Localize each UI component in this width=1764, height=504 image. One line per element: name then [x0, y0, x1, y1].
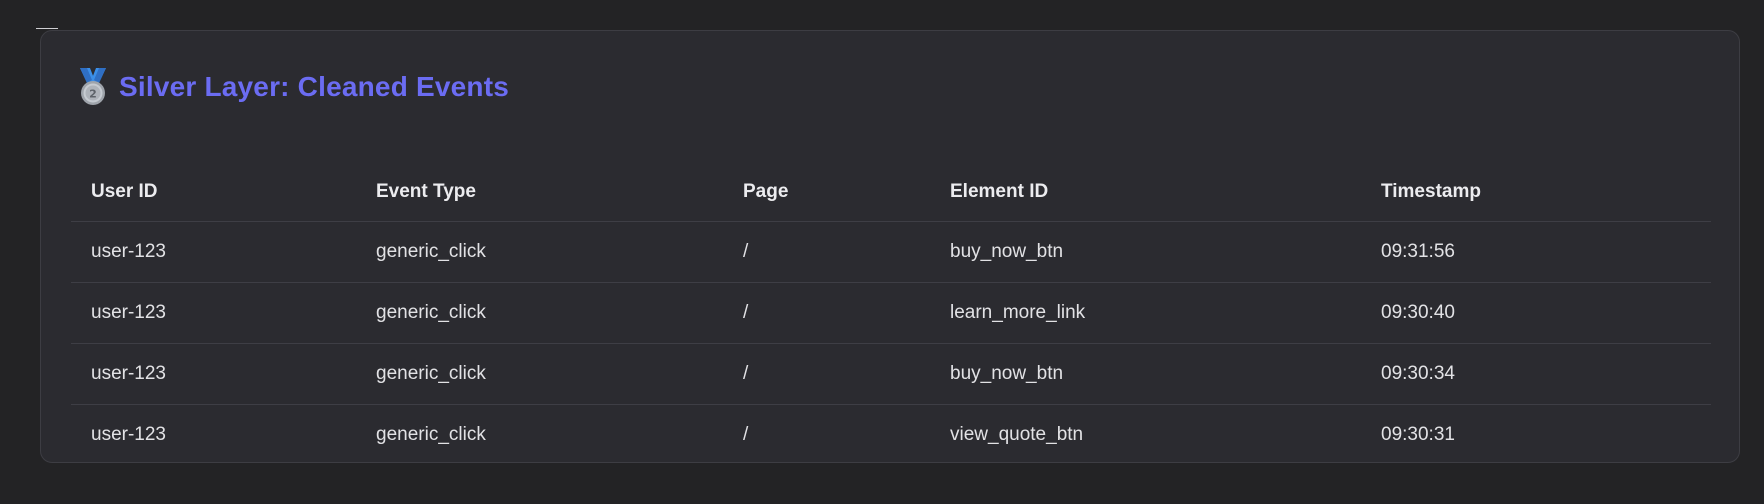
cell-event-type: generic_click [376, 424, 486, 445]
cell-element-id: buy_now_btn [950, 363, 1064, 384]
cell-user-id: user-123 [91, 302, 166, 323]
column-header-timestamp: Timestamp [1381, 180, 1481, 202]
column-header-user-id: User ID [91, 180, 158, 202]
column-header-element-id: Element ID [950, 180, 1049, 202]
cell-user-id: user-123 [91, 424, 166, 445]
table-header-row: User ID Event Type Page Element ID Times… [71, 162, 1711, 222]
cell-page: / [743, 241, 749, 262]
cell-element-id: learn_more_link [950, 302, 1086, 323]
events-table: User ID Event Type Page Element ID Times… [71, 162, 1711, 465]
cell-timestamp: 09:30:40 [1381, 302, 1455, 323]
cell-event-type: generic_click [376, 363, 486, 384]
table-row: user-123 generic_click / buy_now_btn 09:… [71, 222, 1711, 283]
table-row: user-123 generic_click / buy_now_btn 09:… [71, 344, 1711, 405]
window-dash-marker [36, 28, 58, 29]
cell-user-id: user-123 [91, 363, 166, 384]
cell-timestamp: 09:30:31 [1381, 424, 1455, 445]
table-row: user-123 generic_click / learn_more_link… [71, 283, 1711, 344]
silver-layer-panel: 2 Silver Layer: Cleaned Events User ID E… [40, 30, 1740, 463]
cell-event-type: generic_click [376, 241, 486, 262]
second-place-medal-icon: 2 [80, 68, 106, 105]
cell-timestamp: 09:31:56 [1381, 241, 1455, 262]
column-header-event-type: Event Type [376, 180, 476, 202]
cell-page: / [743, 424, 749, 445]
cell-element-id: buy_now_btn [950, 241, 1064, 262]
panel-title: Silver Layer: Cleaned Events [119, 71, 509, 102]
table-row: user-123 generic_click / view_quote_btn … [71, 405, 1711, 466]
cell-event-type: generic_click [376, 302, 486, 323]
cell-page: / [743, 363, 749, 384]
cell-page: / [743, 302, 749, 323]
cell-timestamp: 09:30:34 [1381, 363, 1455, 384]
panel-header: 2 Silver Layer: Cleaned Events [75, 67, 509, 107]
cell-user-id: user-123 [91, 241, 166, 262]
svg-text:2: 2 [89, 88, 97, 101]
column-header-page: Page [743, 180, 789, 202]
cell-element-id: view_quote_btn [950, 424, 1084, 445]
